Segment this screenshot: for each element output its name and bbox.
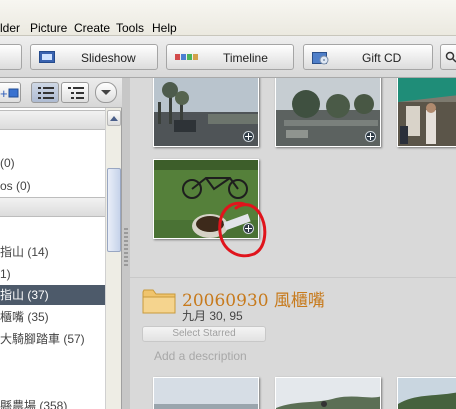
timeline-icon — [175, 54, 198, 60]
add-description-field[interactable]: Add a description — [154, 349, 247, 363]
slideshow-button[interactable]: Slideshow — [30, 44, 158, 70]
add-icon: + — [0, 86, 19, 100]
sidebar-item-label: os (0) — [0, 179, 31, 193]
photo-image — [398, 378, 456, 409]
pane-splitter[interactable] — [122, 78, 130, 409]
giftcd-label: Gift CD — [362, 51, 402, 65]
chevron-up-icon — [110, 116, 118, 121]
menu-tools[interactable]: Tools — [116, 21, 144, 35]
toolbar-left-button[interactable] — [0, 44, 22, 70]
photo-thumbnail[interactable] — [153, 377, 259, 409]
search-button[interactable] — [440, 44, 456, 70]
sidebar-item[interactable]: 大騎腳踏車 (57) — [0, 329, 105, 349]
sidebar-item-label: 指山 (14) — [0, 245, 49, 259]
sidebar-item[interactable]: 指山 (14) — [0, 242, 105, 262]
sidebar-item-label: 櫃嘴 (35) — [0, 310, 49, 324]
photo-thumbnail[interactable] — [275, 78, 381, 147]
menu-picture[interactable]: Picture — [30, 21, 67, 35]
scroll-thumb[interactable] — [107, 168, 121, 252]
sidebar-item[interactable]: os (0) — [0, 176, 105, 196]
slideshow-label: Slideshow — [81, 51, 136, 65]
sidebar-item[interactable]: 櫃嘴 (35) — [0, 307, 105, 327]
menu-folder[interactable]: lder — [0, 21, 20, 35]
menu-create[interactable]: Create — [74, 21, 110, 35]
splitter-grip[interactable] — [124, 228, 128, 268]
timeline-label: Timeline — [223, 51, 268, 65]
sidebar-item-label: 1) — [0, 267, 11, 281]
select-starred-button[interactable]: Select Starred — [142, 326, 266, 342]
chevron-down-icon — [101, 90, 111, 95]
photo-image — [154, 378, 258, 409]
sidebar-item[interactable]: 縣農場 (358) — [0, 396, 105, 409]
tree-view-icon — [68, 87, 84, 99]
star-badge-icon — [243, 131, 254, 142]
timeline-button[interactable]: Timeline — [166, 44, 294, 70]
photo-thumbnail[interactable] — [397, 377, 456, 409]
sidebar-item-label: 縣農場 (358) — [0, 399, 68, 409]
sidebar-item-label: 大騎腳踏車 (57) — [0, 332, 85, 346]
photo-thumbnail[interactable] — [397, 78, 456, 147]
svg-text:+: + — [0, 86, 8, 100]
tree-view-button[interactable] — [61, 82, 89, 103]
toolbar: Slideshow Timeline Gift CD — [0, 36, 456, 78]
scroll-up-button[interactable] — [107, 110, 121, 126]
sidebar-scrollbar[interactable] — [105, 108, 121, 409]
giftcd-button[interactable]: Gift CD — [303, 44, 433, 70]
slideshow-icon — [39, 51, 55, 63]
gift-cd-icon — [312, 52, 329, 65]
sidebar-item-selected[interactable]: 指山 (37) — [0, 285, 105, 305]
photo-image — [276, 378, 380, 409]
photo-thumbnail[interactable] — [275, 377, 381, 409]
photo-image — [398, 78, 456, 146]
sidebar-item-label: (0) — [0, 156, 15, 170]
sidebar-toolbar: + — [0, 78, 122, 108]
add-folder-button[interactable]: + — [0, 82, 21, 103]
menu-help[interactable]: Help — [152, 21, 177, 35]
sidebar-item[interactable]: 1) — [0, 264, 105, 284]
sidebar-item-label: 指山 (37) — [0, 288, 49, 302]
star-badge-icon — [365, 131, 376, 142]
folder-separator — [130, 277, 456, 278]
folder-sidebar: + (0) os (0) 指山 (14) 1) 指山 (37) 櫃嘴 (35) … — [0, 78, 122, 409]
menu-bar: lder Picture Create Tools Help — [0, 0, 456, 36]
search-icon — [445, 51, 456, 63]
photo-thumbnail[interactable] — [153, 78, 259, 147]
sidebar-item[interactable]: (0) — [0, 153, 105, 173]
folder-icon — [142, 289, 176, 314]
folder-date: 九月 30, 95 — [182, 309, 243, 323]
sidebar-section-header[interactable] — [0, 110, 105, 130]
list-view-icon — [38, 87, 54, 99]
red-annotation-circle — [218, 201, 267, 258]
list-view-button[interactable] — [31, 82, 59, 103]
sidebar-dropdown-button[interactable] — [95, 82, 117, 103]
sidebar-section-header[interactable] — [0, 197, 105, 217]
photo-grid: 20060930 風櫃嘴 九月 30, 95 Select Starred Ad… — [130, 78, 456, 409]
